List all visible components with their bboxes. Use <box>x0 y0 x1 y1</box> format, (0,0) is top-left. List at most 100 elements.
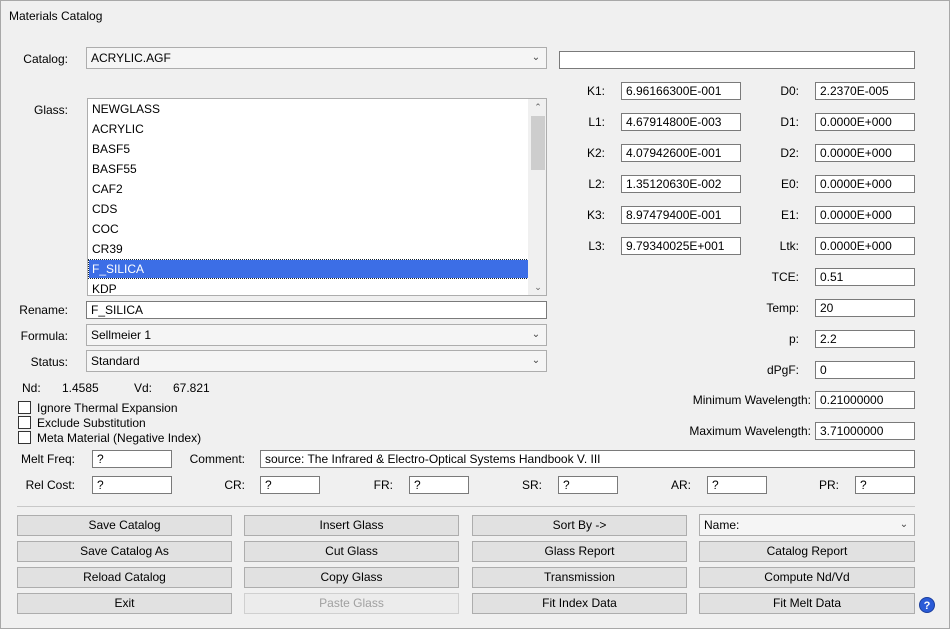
ar-input[interactable]: ? <box>707 476 767 494</box>
status-dropdown[interactable]: Standard ⌄ <box>86 350 547 372</box>
p-label: p: <box>788 332 799 346</box>
glass-list-item[interactable]: COC <box>89 220 528 238</box>
comment-input[interactable]: source: The Infrared & Electro-Optical S… <box>260 450 915 468</box>
glass-list-item[interactable]: KDP <box>89 280 528 295</box>
d1-input[interactable]: 0.0000E+000 <box>815 113 915 131</box>
l3-input[interactable]: 9.79340025E+001 <box>621 237 741 255</box>
meta-material-label: Meta Material (Negative Index) <box>37 431 202 445</box>
pr-label: PR: <box>818 478 839 492</box>
ltk-label: Ltk: <box>779 239 799 253</box>
glass-list-item[interactable]: NEWGLASS <box>89 100 528 118</box>
e0-input[interactable]: 0.0000E+000 <box>815 175 915 193</box>
glass-report-button[interactable]: Glass Report <box>472 541 687 562</box>
melt-freq-label: Melt Freq: <box>20 452 75 466</box>
fr-label: FR: <box>373 478 393 492</box>
ignore-thermal-label: Ignore Thermal Expansion <box>37 401 178 415</box>
meta-material-checkbox[interactable] <box>18 431 31 444</box>
sort-by-value: Name: <box>704 518 740 532</box>
fr-input[interactable]: ? <box>409 476 469 494</box>
glass-list-item[interactable]: BASF55 <box>89 160 528 178</box>
scrollbar-thumb[interactable] <box>531 116 545 170</box>
paste-glass-button[interactable]: Paste Glass <box>244 593 459 614</box>
k3-input[interactable]: 8.97479400E-001 <box>621 206 741 224</box>
comment-label: Comment: <box>189 452 245 466</box>
sr-label: SR: <box>521 478 542 492</box>
ltk-input[interactable]: 0.0000E+000 <box>815 237 915 255</box>
glass-label: Glass: <box>33 103 68 117</box>
melt-freq-input[interactable]: ? <box>92 450 172 468</box>
nd-label: Nd: <box>22 381 41 395</box>
status-label: Status: <box>30 355 68 369</box>
formula-dropdown[interactable]: Sellmeier 1 ⌄ <box>86 324 547 346</box>
l2-input[interactable]: 1.35120630E-002 <box>621 175 741 193</box>
glass-list-item[interactable]: CDS <box>89 200 528 218</box>
catalog-extra-field[interactable] <box>559 51 915 69</box>
d0-input[interactable]: 2.2370E-005 <box>815 82 915 100</box>
d2-input[interactable]: 0.0000E+000 <box>815 144 915 162</box>
transmission-button[interactable]: Transmission <box>472 567 687 588</box>
rename-label: Rename: <box>19 303 68 317</box>
window-title: Materials Catalog <box>9 9 103 23</box>
k2-input[interactable]: 4.07942600E-001 <box>621 144 741 162</box>
save-catalog-button[interactable]: Save Catalog <box>17 515 232 536</box>
l1-input[interactable]: 4.67914800E-003 <box>621 113 741 131</box>
tce-input[interactable]: 0.51 <box>815 268 915 286</box>
glass-list-scrollbar[interactable]: ⌃ ⌄ <box>528 99 546 295</box>
ar-label: AR: <box>670 478 691 492</box>
ignore-thermal-checkbox[interactable] <box>18 401 31 414</box>
fit-melt-data-button[interactable]: Fit Melt Data <box>699 593 915 614</box>
glass-listbox[interactable]: NEWGLASS ACRYLIC BASF5 BASF55 CAF2 CDS C… <box>87 98 547 296</box>
formula-value: Sellmeier 1 <box>91 328 152 342</box>
glass-list-item[interactable]: CAF2 <box>89 180 528 198</box>
fit-index-data-button[interactable]: Fit Index Data <box>472 593 687 614</box>
p-input[interactable]: 2.2 <box>815 330 915 348</box>
glass-list-item[interactable]: ACRYLIC <box>89 120 528 138</box>
sort-by-button[interactable]: Sort By -> <box>472 515 687 536</box>
scroll-down-icon[interactable]: ⌄ <box>529 279 546 295</box>
compute-nd-vd-button[interactable]: Compute Nd/Vd <box>699 567 915 588</box>
dpgf-input[interactable]: 0 <box>815 361 915 379</box>
k2-label: K2: <box>586 146 605 160</box>
catalog-dropdown[interactable]: ACRYLIC.AGF ⌄ <box>86 47 547 69</box>
glass-list-item-selected[interactable]: F_SILICA <box>88 259 529 279</box>
vd-label: Vd: <box>134 381 153 395</box>
glass-list-item[interactable]: CR39 <box>89 240 528 258</box>
max-wavelength-label: Maximum Wavelength: <box>689 424 811 438</box>
copy-glass-button[interactable]: Copy Glass <box>244 567 459 588</box>
rename-input[interactable]: F_SILICA <box>86 301 547 319</box>
glass-list-item[interactable]: BASF5 <box>89 140 528 158</box>
formula-label: Formula: <box>20 329 68 343</box>
k1-input[interactable]: 6.96166300E-001 <box>621 82 741 100</box>
max-wavelength-input[interactable]: 3.71000000 <box>815 422 915 440</box>
exclude-substitution-checkbox[interactable] <box>18 416 31 429</box>
cr-input[interactable]: ? <box>260 476 320 494</box>
e1-input[interactable]: 0.0000E+000 <box>815 206 915 224</box>
l1-label: L1: <box>588 115 605 129</box>
min-wavelength-input[interactable]: 0.21000000 <box>815 391 915 409</box>
vd-value: 67.821 <box>173 381 210 395</box>
chevron-down-icon: ⌄ <box>899 519 909 530</box>
save-catalog-as-button[interactable]: Save Catalog As <box>17 541 232 562</box>
materials-catalog-window: Materials Catalog Catalog: ACRYLIC.AGF ⌄… <box>0 0 950 629</box>
cr-label: CR: <box>224 478 245 492</box>
temp-input[interactable]: 20 <box>815 299 915 317</box>
exit-button[interactable]: Exit <box>17 593 232 614</box>
sr-input[interactable]: ? <box>558 476 618 494</box>
rel-cost-label: Rel Cost: <box>25 478 75 492</box>
status-value: Standard <box>91 354 140 368</box>
insert-glass-button[interactable]: Insert Glass <box>244 515 459 536</box>
scroll-up-icon[interactable]: ⌃ <box>529 99 546 115</box>
sort-by-dropdown[interactable]: Name: ⌄ <box>699 514 915 536</box>
help-icon[interactable]: ? <box>919 597 935 613</box>
catalog-report-button[interactable]: Catalog Report <box>699 541 915 562</box>
d0-label: D0: <box>780 84 799 98</box>
rel-cost-input[interactable]: ? <box>92 476 172 494</box>
l2-label: L2: <box>588 177 605 191</box>
pr-input[interactable]: ? <box>855 476 915 494</box>
k3-label: K3: <box>586 208 605 222</box>
chevron-down-icon: ⌄ <box>531 52 541 63</box>
reload-catalog-button[interactable]: Reload Catalog <box>17 567 232 588</box>
cut-glass-button[interactable]: Cut Glass <box>244 541 459 562</box>
d2-label: D2: <box>780 146 799 160</box>
min-wavelength-label: Minimum Wavelength: <box>692 393 811 407</box>
